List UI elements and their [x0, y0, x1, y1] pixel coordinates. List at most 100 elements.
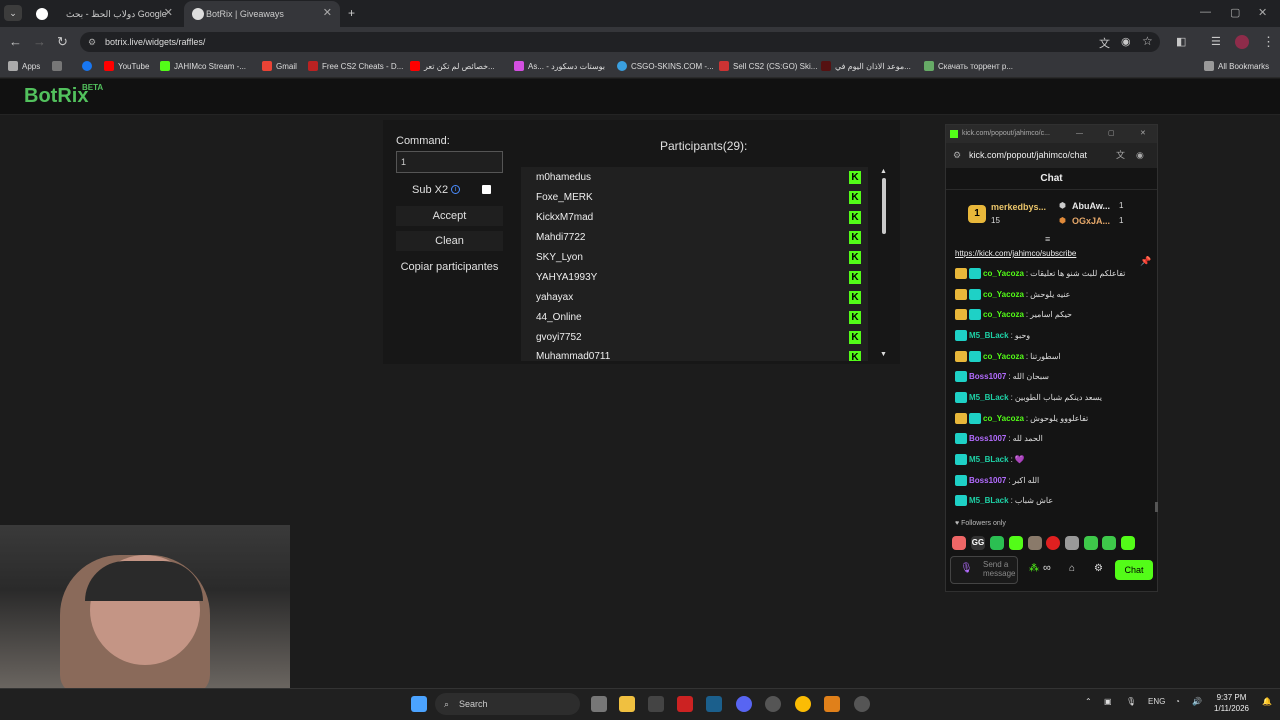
- extensions-icon[interactable]: ◧: [1176, 35, 1186, 48]
- bookmark-star-icon[interactable]: ☆: [1142, 34, 1153, 48]
- chat-username[interactable]: M5_BLack: [969, 496, 1009, 505]
- sub-x2-checkbox[interactable]: [482, 185, 491, 194]
- site-info-icon[interactable]: ⚙: [88, 32, 96, 52]
- chat-username[interactable]: co_Yacoza: [983, 290, 1024, 299]
- emote-icon[interactable]: [952, 536, 966, 550]
- tab-botrix[interactable]: BotRix | Giveaways ✕: [184, 1, 340, 27]
- emote-icon[interactable]: [1065, 536, 1079, 550]
- forward-icon[interactable]: →: [33, 34, 46, 49]
- back-icon[interactable]: ←: [9, 34, 22, 49]
- bookmark-torrent[interactable]: Скачать торрент р...: [924, 61, 1013, 71]
- close-window-button[interactable]: ✕: [1140, 125, 1146, 143]
- reading-list-icon[interactable]: ☰: [1211, 35, 1221, 48]
- maximize-button[interactable]: ▢: [1230, 6, 1240, 19]
- chat-username[interactable]: M5_BLack: [969, 393, 1009, 402]
- emote-icon[interactable]: [1084, 536, 1098, 550]
- emote-icon[interactable]: [1121, 536, 1135, 550]
- tray-mic-icon[interactable]: 🎙: [1126, 697, 1136, 706]
- emoji-icon[interactable]: ⁂: [1029, 563, 1039, 574]
- bookmark-gmail[interactable]: Gmail: [262, 61, 297, 71]
- bookmark-csgo-skins[interactable]: CSGO-SKINS.COM -...: [617, 61, 714, 71]
- emote-icon[interactable]: [1102, 536, 1116, 550]
- windows-start-icon[interactable]: [411, 696, 427, 712]
- bookmark-sell-cs2[interactable]: Sell CS2 (CS:GO) Ski...: [719, 61, 817, 71]
- participants-list[interactable]: m0hamedus K Foxe_MERK K KickxM7mad K Mahdi7…: [521, 167, 868, 361]
- eye-off-icon[interactable]: ◉: [1136, 143, 1144, 168]
- maximize-button[interactable]: ▢: [1108, 125, 1115, 143]
- discord-icon[interactable]: [736, 696, 752, 712]
- command-input[interactable]: 1: [396, 151, 503, 173]
- bookmark-apps[interactable]: Apps: [8, 61, 40, 71]
- notifications-icon[interactable]: 🔔: [1262, 697, 1272, 706]
- volume-icon[interactable]: 🔊: [1192, 697, 1202, 706]
- bookmark-all[interactable]: All Bookmarks: [1204, 61, 1269, 71]
- taskbar-search[interactable]: ⌕ Search: [435, 693, 580, 715]
- emote-icon[interactable]: [990, 536, 1004, 550]
- site-info-icon[interactable]: ⚙: [953, 143, 961, 168]
- file-explorer-icon[interactable]: [619, 696, 635, 712]
- bookmark-cs2-cheats[interactable]: Free CS2 Cheats - D...: [308, 61, 403, 71]
- tab-google-search[interactable]: دولاب الحظ - بحث Google ✕: [26, 1, 181, 27]
- copy-participants-button[interactable]: Copiar participantes: [396, 257, 503, 277]
- bookmark-discord[interactable]: As... - بوستات دسكورد: [514, 61, 605, 71]
- new-tab-button[interactable]: +: [348, 6, 355, 20]
- leader-name[interactable]: OGxJA...: [1072, 216, 1110, 226]
- obs-icon[interactable]: [854, 696, 870, 712]
- botrix-logo[interactable]: BotRix: [24, 85, 88, 108]
- popout-address-bar[interactable]: ⚙ kick.com/popout/jahimco/chat 文 ◉: [946, 143, 1157, 168]
- facebook-icon[interactable]: [82, 61, 92, 71]
- chat-username[interactable]: co_Yacoza: [983, 352, 1024, 361]
- settings-gear-icon[interactable]: ⚙: [1094, 563, 1103, 574]
- subscribe-link[interactable]: https://kick.com/jahimco/subscribe: [955, 249, 1076, 258]
- chat-send-button[interactable]: Chat: [1115, 560, 1153, 580]
- eye-off-icon[interactable]: ◉: [1121, 35, 1131, 48]
- chat-username[interactable]: Boss1007: [969, 434, 1006, 443]
- close-icon[interactable]: ✕: [323, 6, 332, 19]
- tray-app-icon[interactable]: ▣: [1104, 697, 1112, 706]
- close-window-button[interactable]: ✕: [1258, 6, 1267, 19]
- heart-emote-icon[interactable]: [1046, 536, 1060, 550]
- app-icon[interactable]: [765, 696, 781, 712]
- gg-emote-icon[interactable]: GG: [971, 536, 985, 550]
- app-icon[interactable]: [648, 696, 664, 712]
- chat-username[interactable]: co_Yacoza: [983, 269, 1024, 278]
- taskbar-clock[interactable]: 9:37 PM 1/11/2026: [1214, 692, 1249, 714]
- menu-icon[interactable]: ⋮: [1262, 34, 1275, 50]
- translate-icon[interactable]: 文: [1116, 143, 1125, 168]
- scrollbar-thumb[interactable]: [882, 178, 886, 234]
- address-bar[interactable]: ⚙ botrix.live/widgets/raffles/: [80, 32, 1160, 52]
- chat-username[interactable]: M5_BLack: [969, 331, 1009, 340]
- accept-button[interactable]: Accept: [396, 206, 503, 226]
- store-icon[interactable]: ⌂: [1069, 563, 1075, 574]
- translate-icon[interactable]: 文: [1099, 35, 1110, 51]
- bookmark-youtube[interactable]: YouTube: [104, 61, 149, 71]
- bookmark-youtube-ar[interactable]: خصائص لم تكن تعر...: [410, 61, 495, 71]
- bookmark-jahimco[interactable]: JAHIMco Stream -...: [160, 61, 246, 71]
- app-icon[interactable]: [824, 696, 840, 712]
- task-view-icon[interactable]: [591, 696, 607, 712]
- bookmark-prayer-times[interactable]: موعد الاذان اليوم في...: [821, 61, 911, 71]
- infinity-icon[interactable]: ∞: [1043, 562, 1051, 574]
- chat-username[interactable]: co_Yacoza: [983, 310, 1024, 319]
- collapse-icon[interactable]: ≡: [1045, 234, 1050, 244]
- tab-search-button[interactable]: ⌄: [4, 5, 22, 21]
- language-indicator[interactable]: ENG: [1148, 697, 1165, 706]
- minimize-button[interactable]: —: [1076, 125, 1083, 143]
- steam-icon[interactable]: [706, 696, 722, 712]
- chat-username[interactable]: M5_BLack: [969, 455, 1009, 464]
- profile-avatar[interactable]: [1235, 35, 1249, 49]
- close-icon[interactable]: ✕: [164, 6, 173, 19]
- chat-username[interactable]: Boss1007: [969, 476, 1006, 485]
- grid-icon[interactable]: [52, 61, 62, 71]
- chrome-icon[interactable]: [795, 696, 811, 712]
- leader-name[interactable]: AbuAw...: [1072, 201, 1110, 211]
- chat-username[interactable]: co_Yacoza: [983, 414, 1024, 423]
- microphone-icon[interactable]: 🎙: [960, 563, 973, 574]
- pin-icon[interactable]: 📌: [1140, 256, 1151, 267]
- emote-icon[interactable]: [1009, 536, 1023, 550]
- chat-username[interactable]: Boss1007: [969, 372, 1006, 381]
- leader-name[interactable]: merkedbys...: [991, 202, 1046, 212]
- clean-button[interactable]: Clean: [396, 231, 503, 251]
- chat-scrollbar[interactable]: [1155, 502, 1158, 512]
- wifi-icon[interactable]: ◔: [1175, 697, 1180, 706]
